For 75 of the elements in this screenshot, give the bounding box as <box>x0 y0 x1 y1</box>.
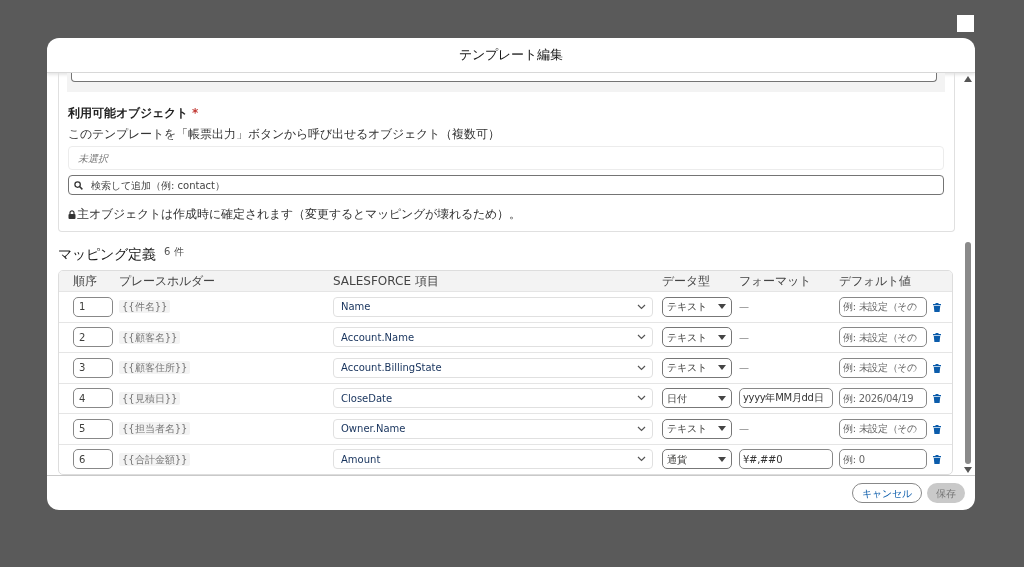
field-select[interactable]: Amount <box>333 449 653 470</box>
empty-dash: — <box>739 301 749 313</box>
caret-icon <box>718 456 726 462</box>
field-select[interactable]: Account.Name <box>333 327 653 348</box>
type-select[interactable]: テキスト <box>662 357 732 378</box>
type-select[interactable]: テキスト <box>662 418 732 439</box>
note-text: 主オブジェクトは作成時に確定されます（変更するとマッピングが壊れるため）。 <box>77 206 521 223</box>
trash-icon[interactable] <box>933 394 941 404</box>
caret-icon <box>718 426 726 432</box>
default-input[interactable]: 例: 未設定（その <box>839 296 927 317</box>
type-select[interactable]: テキスト <box>662 327 732 348</box>
section-title: マッピング定義 <box>58 245 156 264</box>
chevron-icon <box>637 395 646 402</box>
format-input[interactable]: yyyy年MM月dd日 <box>739 388 833 409</box>
cancel-button[interactable]: キャンセル <box>852 483 922 503</box>
selection-box: 未選択 <box>68 146 944 170</box>
trash-icon[interactable] <box>933 333 941 343</box>
order-input[interactable]: 6 <box>73 449 113 470</box>
search-icon <box>74 181 83 190</box>
field-label: 利用可能オブジェクト <box>68 105 188 122</box>
chevron-icon <box>637 425 646 432</box>
field-select[interactable]: CloseDate <box>333 388 653 409</box>
placeholder-token: {{担当者名}} <box>119 422 191 436</box>
column-header: プレースホルダー <box>119 273 216 290</box>
order-input[interactable]: 2 <box>73 327 113 348</box>
order-input[interactable]: 3 <box>73 357 113 378</box>
type-select[interactable]: 日付 <box>662 388 732 409</box>
default-input[interactable]: 例: 2026/04/19 <box>839 388 927 409</box>
chevron-icon <box>637 334 646 341</box>
search-field[interactable]: 検索して追加（例: contact） <box>68 175 944 195</box>
default-input[interactable]: 例: 未設定（その <box>839 418 927 439</box>
column-header: デフォルト値 <box>839 273 912 290</box>
chevron-icon <box>637 456 646 463</box>
order-input[interactable]: 5 <box>73 418 113 439</box>
placeholder-token: {{顧客住所}} <box>119 361 191 375</box>
lock-icon <box>68 209 76 219</box>
empty-dash: — <box>739 362 749 374</box>
chevron-icon <box>637 364 646 371</box>
empty-dash: — <box>739 331 749 343</box>
field-select[interactable]: Account.BillingState <box>333 357 653 378</box>
order-input[interactable]: 4 <box>73 388 113 409</box>
default-input[interactable]: 例: 0 <box>839 449 927 470</box>
trash-icon[interactable] <box>933 302 941 312</box>
scroll-thumb[interactable] <box>965 241 971 464</box>
format-input[interactable]: ¥#,##0 <box>739 449 833 470</box>
caret-icon <box>718 304 726 310</box>
scroll-down-icon[interactable] <box>964 467 972 473</box>
count-label: 6 件 <box>164 245 184 259</box>
caret-icon <box>718 395 726 401</box>
column-header: データ型 <box>662 273 711 290</box>
column-header: SALESFORCE 項目 <box>333 273 440 290</box>
default-input[interactable]: 例: 未設定（その <box>839 327 927 348</box>
empty-dash: — <box>739 423 749 435</box>
required-mark: * <box>192 105 199 122</box>
placeholder-token: {{見積日}} <box>119 391 181 405</box>
default-input[interactable]: 例: 未設定（その <box>839 357 927 378</box>
scroll-up-icon[interactable] <box>964 76 972 82</box>
chevron-icon <box>637 303 646 310</box>
trash-icon[interactable] <box>933 424 941 434</box>
column-header: フォーマット <box>739 273 812 290</box>
field-select[interactable]: Owner.Name <box>333 418 653 439</box>
type-select[interactable]: テキスト <box>662 296 732 317</box>
placeholder-token: {{顧客名}} <box>119 330 181 344</box>
placeholder-token: {{件名}} <box>119 300 171 314</box>
caret-icon <box>718 334 726 340</box>
dialog-title: テンプレート編集 <box>459 46 563 65</box>
type-select[interactable]: 通貨 <box>662 449 732 470</box>
field-select[interactable]: Name <box>333 296 653 317</box>
trash-icon[interactable] <box>933 363 941 373</box>
placeholder-token: {{合計金額}} <box>119 452 191 466</box>
order-input[interactable]: 1 <box>73 296 113 317</box>
help-text: このテンプレートを「帳票出力」ボタンから呼び出せるオブジェクト（複数可） <box>68 126 501 143</box>
trash-icon[interactable] <box>933 455 941 465</box>
column-header: 順序 <box>72 273 98 290</box>
caret-icon <box>718 365 726 371</box>
